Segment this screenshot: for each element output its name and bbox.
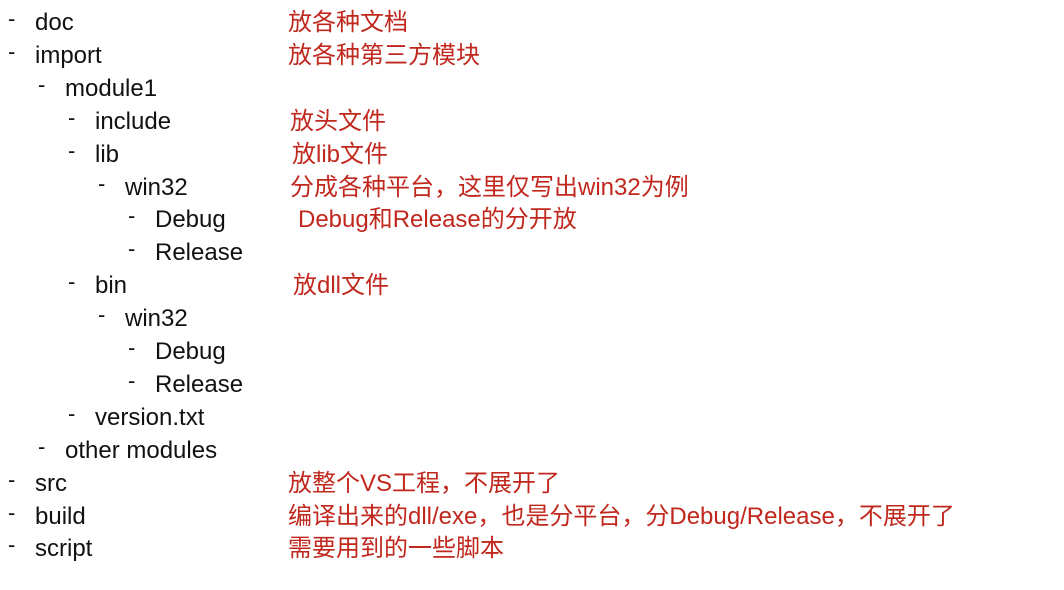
folder-note: 放dll文件 (293, 272, 390, 300)
folder-name: module1 (65, 74, 158, 102)
bullet-dash: - (68, 269, 76, 295)
tree-row: - include 放头文件 (0, 105, 1064, 138)
folder-note: 放各种文档 (288, 9, 408, 36)
tree-row: - build 编译出来的dll/exe，也是分平台，分Debug/Release，… (0, 500, 1064, 533)
folder-note: 放整个VS工程，不展开了 (288, 469, 561, 497)
folder-note: 编译出来的dll/exe，也是分平台，分Debug/Release，不展开了 (288, 502, 955, 530)
bullet-dash: - (38, 71, 46, 97)
folder-note: 放lib文件 (292, 140, 389, 168)
folder-name: build (35, 502, 86, 530)
folder-note: 分成各种平台，这里仅写出win32为例 (290, 173, 689, 201)
folder-note: 需要用到的一些脚本 (288, 535, 504, 563)
bullet-dash: - (68, 400, 76, 426)
tree-row: - doc 放各种文档 (0, 6, 1064, 39)
tree-row: - script 需要用到的一些脚本 (0, 532, 1064, 565)
bullet-dash: - (98, 170, 106, 196)
folder-name: include (95, 107, 172, 135)
folder-note: 放各种第三方模块 (288, 41, 480, 69)
tree-row: - Release (0, 368, 1064, 401)
folder-name: Release (155, 370, 244, 398)
tree-row: - src 放整个VS工程，不展开了 (0, 467, 1064, 500)
folder-name: Release (155, 239, 244, 267)
tree-row: - win32 分成各种平台，这里仅写出win32为例 (0, 171, 1064, 204)
folder-name: Debug (155, 206, 226, 234)
bullet-dash: - (8, 466, 16, 492)
bullet-dash: - (128, 236, 136, 262)
tree-row: - Debug (0, 335, 1064, 368)
folder-name: Debug (155, 338, 226, 365)
folder-name: src (35, 469, 67, 497)
bullet-dash: - (128, 203, 136, 229)
tree-row: - win32 (0, 302, 1064, 335)
folder-name: version.txt (95, 403, 205, 431)
folder-name: script (35, 535, 93, 563)
folder-note: Debug和Release的分开放 (298, 206, 577, 234)
bullet-dash: - (8, 532, 16, 558)
tree-row: - import 放各种第三方模块 (0, 39, 1064, 72)
bullet-dash: - (68, 137, 76, 163)
tree-row: - lib 放lib文件 (0, 138, 1064, 171)
bullet-dash: - (38, 433, 46, 459)
bullet-dash: - (68, 104, 76, 130)
bullet-dash: - (98, 302, 106, 328)
tree-row: - module1 (0, 72, 1064, 105)
folder-name: doc (35, 9, 74, 36)
tree-row: - Release (0, 236, 1064, 269)
bullet-dash: - (8, 499, 16, 525)
tree-row: - bin 放dll文件 (0, 269, 1064, 302)
bullet-dash: - (8, 38, 16, 64)
tree-row: - version.txt (0, 401, 1064, 434)
tree-row: - Debug Debug和Release的分开放 (0, 203, 1064, 236)
folder-name: other modules (65, 436, 218, 464)
folder-note: 放头文件 (290, 107, 386, 135)
bullet-dash: - (128, 367, 136, 393)
bullet-dash: - (128, 335, 136, 360)
bullet-dash: - (8, 6, 16, 31)
tree-row: - other modules (0, 434, 1064, 467)
